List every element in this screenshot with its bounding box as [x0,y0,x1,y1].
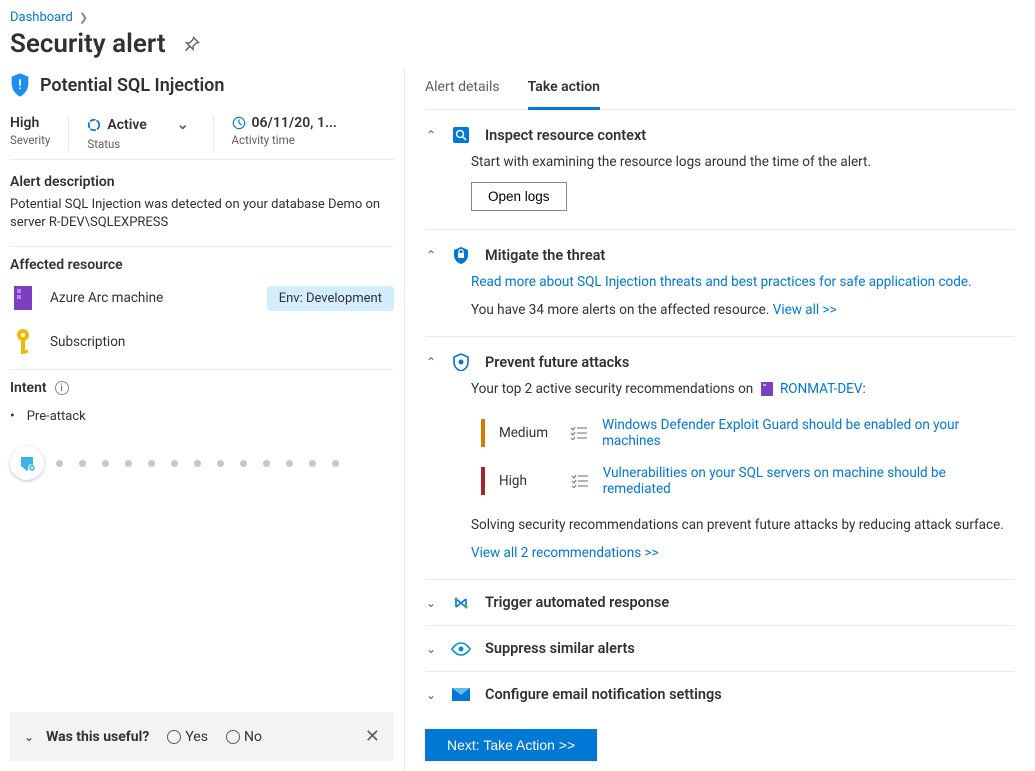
loading-spinner-icon [87,118,101,132]
shield-icon [10,73,30,97]
affected-resource-subscription[interactable]: Subscription [50,334,125,350]
breadcrumb: Dashboard ❯ [10,10,1025,25]
close-icon[interactable]: ✕ [365,726,380,747]
feedback-yes[interactable]: Yes [167,729,208,745]
checklist-icon [570,426,588,440]
recommendation-link[interactable]: Vulnerabilities on your SQL servers on m… [603,465,1015,497]
recommendation-list: Medium Windows Defender Exploit Guard sh… [471,409,1015,505]
recommendation-item[interactable]: High Vulnerabilities on your SQL servers… [471,457,1015,505]
section-prevent: ⌃ Prevent future attacks Your top 2 acti… [425,337,1015,580]
severity-label: Medium [499,425,556,441]
breadcrumb-root[interactable]: Dashboard [10,10,73,25]
severity-bar [481,419,485,447]
chevron-up-icon[interactable]: ⌃ [425,248,437,262]
intent-item: Pre-attack [10,408,394,424]
left-panel: Potential SQL Injection High Severity Ac… [10,67,405,771]
clock-icon [232,116,246,130]
recommendation-link[interactable]: Windows Defender Exploit Guard should be… [602,417,1015,449]
severity-label: High [499,473,557,489]
intent-timeline [10,446,394,480]
key-icon [10,329,36,355]
prevent-icon [451,353,471,371]
chevron-down-icon[interactable]: ⌄ [24,730,34,744]
right-panel: Alert details Take action ⌃ Inspect reso… [405,67,1025,771]
feedback-no[interactable]: No [226,729,262,745]
chevron-right-icon: ❯ [79,11,88,24]
section-title: Trigger automated response [485,594,669,611]
view-all-alerts-link[interactable]: View all >> [773,302,837,318]
description-title: Alert description [10,174,394,190]
section-title: Prevent future attacks [485,354,629,371]
env-badge: Env: Development [267,286,394,311]
section-title: Inspect resource context [485,127,646,144]
section-title: Suppress similar alerts [485,640,635,657]
section-suppress: ⌄ Suppress similar alerts [425,626,1015,672]
arc-machine-icon [10,285,36,311]
section-inspect: ⌃ Inspect resource context Start with ex… [425,110,1015,230]
chevron-up-icon[interactable]: ⌃ [425,128,437,142]
kpi-activity-time: 06/11/20, 1... Activity time [232,115,394,151]
mitigate-more-alerts: You have 34 more alerts on the affected … [471,302,1015,318]
page-title: Security alert [10,29,1025,59]
section-title: Mitigate the threat [485,247,605,264]
affected-resource-arc[interactable]: Azure Arc machine [50,290,163,306]
section-email: ⌄ Configure email notification settings [425,672,1015,717]
mail-icon [451,688,471,701]
section-mitigate: ⌃ Mitigate the threat Read more about SQ… [425,230,1015,337]
kpi-status[interactable]: Active ⌄ Status [87,115,213,151]
description-text: Potential SQL Injection was detected on … [10,196,394,232]
alert-title: Potential SQL Injection [40,75,224,96]
chevron-up-icon[interactable]: ⌃ [425,355,437,369]
automation-icon [451,595,471,611]
checklist-icon [571,474,589,488]
chevron-down-icon[interactable]: ⌄ [425,688,437,702]
tab-alert-details[interactable]: Alert details [425,69,500,109]
next-take-action-button[interactable]: Next: Take Action >> [425,729,597,761]
pin-icon[interactable] [178,30,206,58]
prevent-resource-link[interactable]: RONMAT-DEV [780,381,862,397]
chevron-down-icon[interactable]: ⌄ [425,642,437,656]
mitigate-icon [451,246,471,264]
intent-title: Intent [10,380,47,396]
tab-take-action[interactable]: Take action [528,69,600,110]
inspect-icon [451,126,471,144]
view-all-recs-link[interactable]: View all 2 recommendations >> [471,545,1015,561]
mitigate-link[interactable]: Read more about SQL Injection threats an… [471,274,1015,290]
tabs: Alert details Take action [425,69,1015,110]
chevron-down-icon[interactable]: ⌄ [171,115,195,135]
chevron-down-icon[interactable]: ⌄ [425,596,437,610]
section-trigger: ⌄ Trigger automated response [425,580,1015,626]
prevent-intro: Your top 2 active security recommendatio… [471,381,1015,397]
kpi-severity: High Severity [10,115,69,151]
prevent-footer: Solving security recommendations can pre… [471,517,1015,533]
eye-icon [451,642,471,656]
affected-title: Affected resource [10,257,394,273]
feedback-question: Was this useful? [46,729,149,745]
timeline-node-icon [10,446,44,480]
feedback-bar: ⌄ Was this useful? Yes No ✕ [10,712,394,761]
info-icon[interactable]: i [55,381,69,395]
section-title: Configure email notification settings [485,686,722,703]
server-icon [761,382,773,396]
severity-bar [481,467,485,495]
open-logs-button[interactable]: Open logs [471,182,567,211]
recommendation-item[interactable]: Medium Windows Defender Exploit Guard sh… [471,409,1015,457]
inspect-body-text: Start with examining the resource logs a… [471,154,1015,170]
